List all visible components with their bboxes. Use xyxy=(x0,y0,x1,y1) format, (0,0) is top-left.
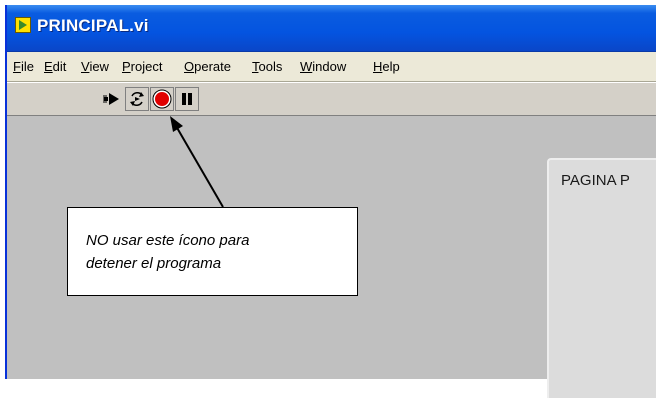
annotation-line-1: NO usar este ícono para xyxy=(86,232,250,249)
annotation-arrow xyxy=(170,116,224,208)
annotation-line-2: detener el programa xyxy=(86,255,222,272)
annotation-box: NO usar este ícono para detener el progr… xyxy=(67,207,358,296)
